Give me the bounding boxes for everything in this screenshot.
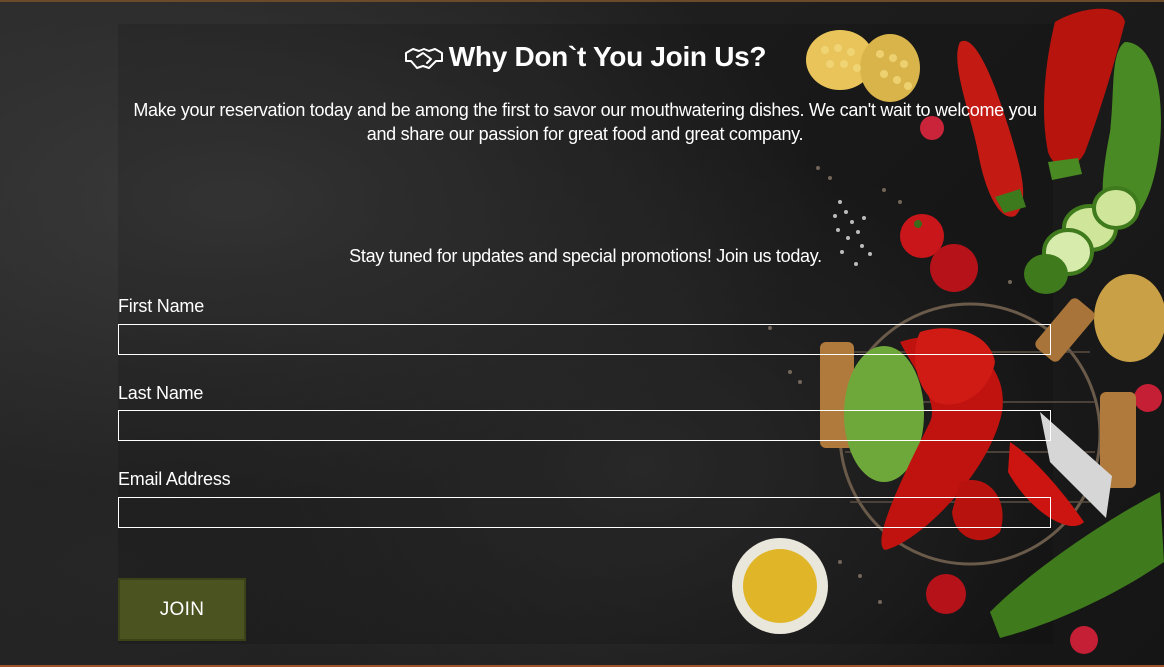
potato-image	[1094, 274, 1164, 362]
handshake-icon	[404, 41, 443, 79]
intro-text: Make your reservation today and be among…	[133, 100, 1037, 144]
email-label: Email Address	[118, 469, 231, 489]
promo-text: Stay tuned for updates and special promo…	[349, 246, 822, 266]
first-name-label: First Name	[118, 296, 205, 316]
page-title-text: Why Don`t You Join Us?	[448, 41, 767, 72]
email-input[interactable]	[118, 497, 1051, 528]
first-name-input[interactable]	[118, 324, 1051, 355]
red-pepper-image	[1044, 8, 1125, 180]
page-title: Why Don`t You Join Us?	[118, 38, 1053, 78]
join-us-section: Why Don`t You Join Us? Make your reserva…	[0, 0, 1164, 667]
last-name-input[interactable]	[118, 410, 1051, 441]
last-name-label: Last Name	[118, 383, 204, 403]
join-button[interactable]: JOIN	[118, 578, 246, 641]
